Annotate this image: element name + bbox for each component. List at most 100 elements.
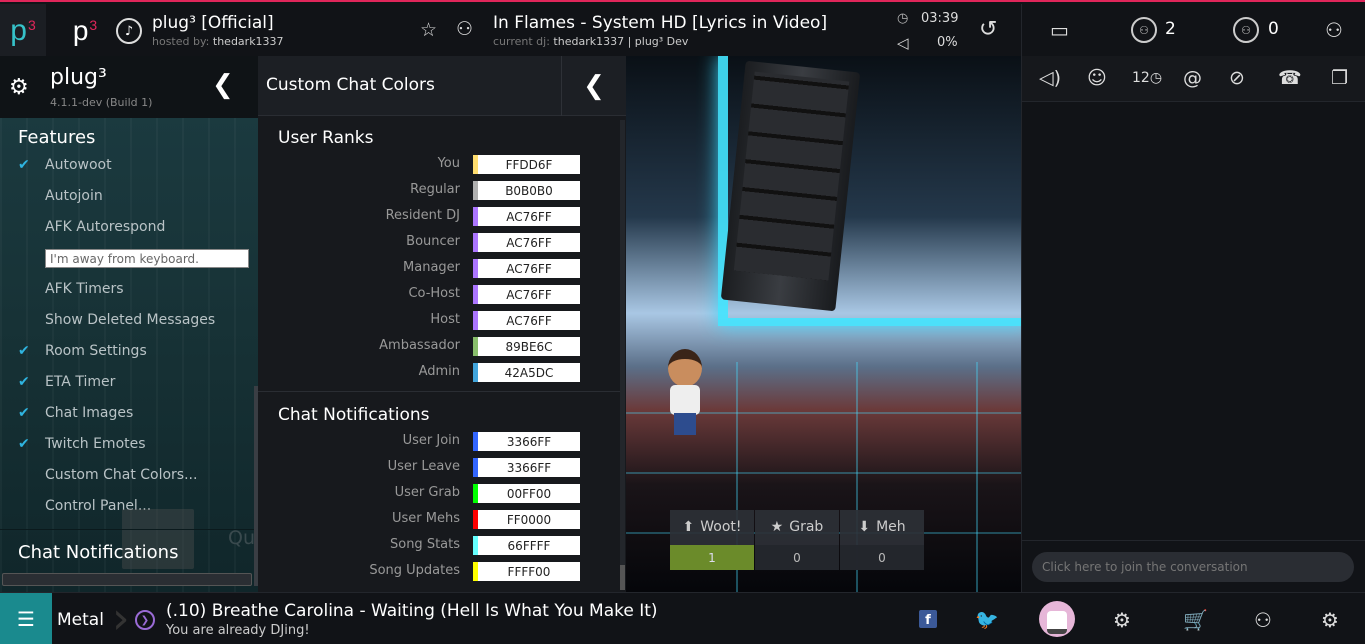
- avatar-head: [668, 349, 702, 387]
- users-icon[interactable]: ⚇: [1325, 18, 1343, 42]
- chat-icon[interactable]: ▭: [1050, 18, 1069, 42]
- grab-button[interactable]: ★ Grab: [755, 510, 839, 544]
- profile-icon[interactable]: ⚇: [1254, 608, 1272, 632]
- rank-color-input[interactable]: AC76FF: [473, 233, 580, 252]
- volume-icon[interactable]: ◁: [897, 34, 909, 52]
- chat-toolbar: ◁) ☺ 12◷ @ ⊘ ☎ ❐: [1022, 56, 1365, 102]
- audience-count: 2: [1165, 19, 1176, 39]
- divider: [1022, 540, 1365, 541]
- feature-autowoot[interactable]: Autowoot: [45, 157, 112, 173]
- history-icon[interactable]: ↺: [979, 17, 997, 42]
- notification-color-input[interactable]: 3366FF: [473, 458, 580, 477]
- badge-icon[interactable]: ⚙: [1113, 608, 1131, 632]
- avatar-body: [670, 385, 700, 415]
- thumb-down-icon: ⬇: [858, 519, 871, 535]
- meh-count: 0: [840, 545, 924, 570]
- favorite-star-icon[interactable]: ☆: [420, 19, 437, 41]
- timestamp-icon[interactable]: 12◷: [1132, 70, 1162, 86]
- colors-header: Custom Chat Colors ❮: [258, 56, 626, 116]
- notification-color-input[interactable]: FFFF00: [473, 562, 580, 581]
- feature-room-settings[interactable]: Room Settings: [45, 343, 147, 359]
- collapse-chevron-icon[interactable]: ❮: [212, 70, 234, 100]
- notification-label: User Join: [402, 433, 460, 448]
- rank-color-input[interactable]: AC76FF: [473, 311, 580, 330]
- notification-color-input[interactable]: 3366FF: [473, 432, 580, 451]
- time-remaining: 03:39: [921, 11, 959, 26]
- notification-color-input[interactable]: 00FF00: [473, 484, 580, 503]
- rank-label: Regular: [410, 182, 460, 197]
- notification-color-input[interactable]: 66FFFF: [473, 536, 580, 555]
- vertical-scrollbar[interactable]: [620, 120, 625, 590]
- feature-autojoin[interactable]: Autojoin: [45, 188, 103, 204]
- afk-message-input[interactable]: [45, 249, 249, 268]
- woot-button[interactable]: ⬆ Woot!: [670, 510, 754, 544]
- notification-label: User Leave: [387, 459, 460, 474]
- feature-chat-images[interactable]: Chat Images: [45, 405, 133, 421]
- plug-logo-button[interactable]: p3: [60, 4, 110, 58]
- chat-input[interactable]: [1032, 552, 1354, 582]
- horizontal-scrollbar[interactable]: [2, 573, 252, 586]
- gear-icon: ⚙: [9, 75, 29, 100]
- features-heading: Features: [18, 127, 96, 148]
- feature-eta-timer[interactable]: ETA Timer: [45, 374, 115, 390]
- plug3-version: 4.1.1-dev (Build 1): [50, 96, 153, 109]
- waitlist-icon[interactable]: ⚇: [1233, 17, 1259, 43]
- dj-avatar[interactable]: [662, 349, 708, 439]
- feature-custom-chat-colors[interactable]: Custom Chat Colors...: [45, 467, 197, 483]
- user-avatar[interactable]: [1039, 601, 1075, 637]
- divider: [0, 529, 258, 530]
- audience-icon[interactable]: ⚇: [1131, 17, 1157, 43]
- mention-icon[interactable]: @: [1183, 67, 1202, 89]
- plug3-title: plug³: [50, 65, 107, 90]
- avatar-legs: [674, 413, 696, 435]
- back-chevron-icon[interactable]: ❮: [561, 56, 626, 116]
- check-icon: ✔: [18, 436, 30, 452]
- popout-icon[interactable]: ❐: [1331, 67, 1348, 89]
- emoji-icon[interactable]: ☺: [1087, 67, 1107, 89]
- meh-button[interactable]: ⬇ Meh: [840, 510, 924, 544]
- user-ranks-heading: User Ranks: [278, 128, 374, 148]
- room-music-icon[interactable]: ♪: [116, 18, 142, 44]
- rank-color-input[interactable]: FFDD6F: [473, 155, 580, 174]
- bottom-bar: ☰ Metal › ❯ (.10) Breathe Carolina - Wai…: [0, 592, 1365, 644]
- feature-afk-autorespond[interactable]: AFK Autorespond: [45, 219, 165, 235]
- playlist-menu-icon[interactable]: ☰: [0, 593, 52, 644]
- feature-twitch-emotes[interactable]: Twitch Emotes: [45, 436, 146, 452]
- chat-notifications-heading: Chat Notifications: [18, 542, 179, 563]
- rank-color-input[interactable]: 42A5DC: [473, 363, 580, 382]
- next-song-icon: ❯: [135, 610, 155, 630]
- rank-color-input[interactable]: 89BE6C: [473, 337, 580, 356]
- meh-vote: ⬇ Meh 0: [840, 510, 924, 570]
- volume-level: 0%: [937, 35, 958, 50]
- rank-color-input[interactable]: AC76FF: [473, 259, 580, 278]
- rank-color-input[interactable]: AC76FF: [473, 207, 580, 226]
- rank-label: Resident DJ: [385, 208, 460, 223]
- next-song-title: (.10) Breathe Carolina - Waiting (Hell I…: [166, 601, 658, 621]
- plug3-logo-button[interactable]: p3: [0, 4, 46, 58]
- notification-color-input[interactable]: FF0000: [473, 510, 580, 529]
- divider: [258, 391, 620, 392]
- active-playlist[interactable]: Metal: [57, 610, 104, 630]
- rank-color-input[interactable]: B0B0B0: [473, 181, 580, 200]
- check-icon: ✔: [18, 374, 30, 390]
- check-icon: ✔: [18, 157, 30, 173]
- notification-label: Song Updates: [369, 563, 460, 578]
- settings-gear-icon[interactable]: ⚙: [1321, 608, 1339, 632]
- now-playing-title: In Flames - System HD [Lyrics in Video]: [493, 13, 828, 33]
- sound-icon[interactable]: ◁): [1039, 67, 1061, 89]
- shop-cart-icon[interactable]: 🛒: [1183, 608, 1208, 632]
- facebook-icon[interactable]: f: [919, 610, 937, 628]
- divider: [1021, 4, 1022, 58]
- rank-label: Co-Host: [408, 286, 460, 301]
- clear-chat-icon[interactable]: ☎: [1278, 67, 1302, 89]
- feature-afk-timers[interactable]: AFK Timers: [45, 281, 124, 297]
- video-off-icon[interactable]: ⊘: [1229, 67, 1245, 89]
- rank-color-input[interactable]: AC76FF: [473, 285, 580, 304]
- twitter-icon[interactable]: 🐦: [975, 608, 999, 631]
- waitlist-count: 0: [1268, 19, 1279, 39]
- room-name[interactable]: plug³ [Official]: [152, 13, 274, 33]
- feature-show-deleted-messages[interactable]: Show Deleted Messages: [45, 312, 215, 328]
- rank-label: Admin: [418, 364, 460, 379]
- notification-label: User Grab: [394, 485, 460, 500]
- plug3-header: ⚙ plug³ 4.1.1-dev (Build 1) ❮: [0, 56, 258, 118]
